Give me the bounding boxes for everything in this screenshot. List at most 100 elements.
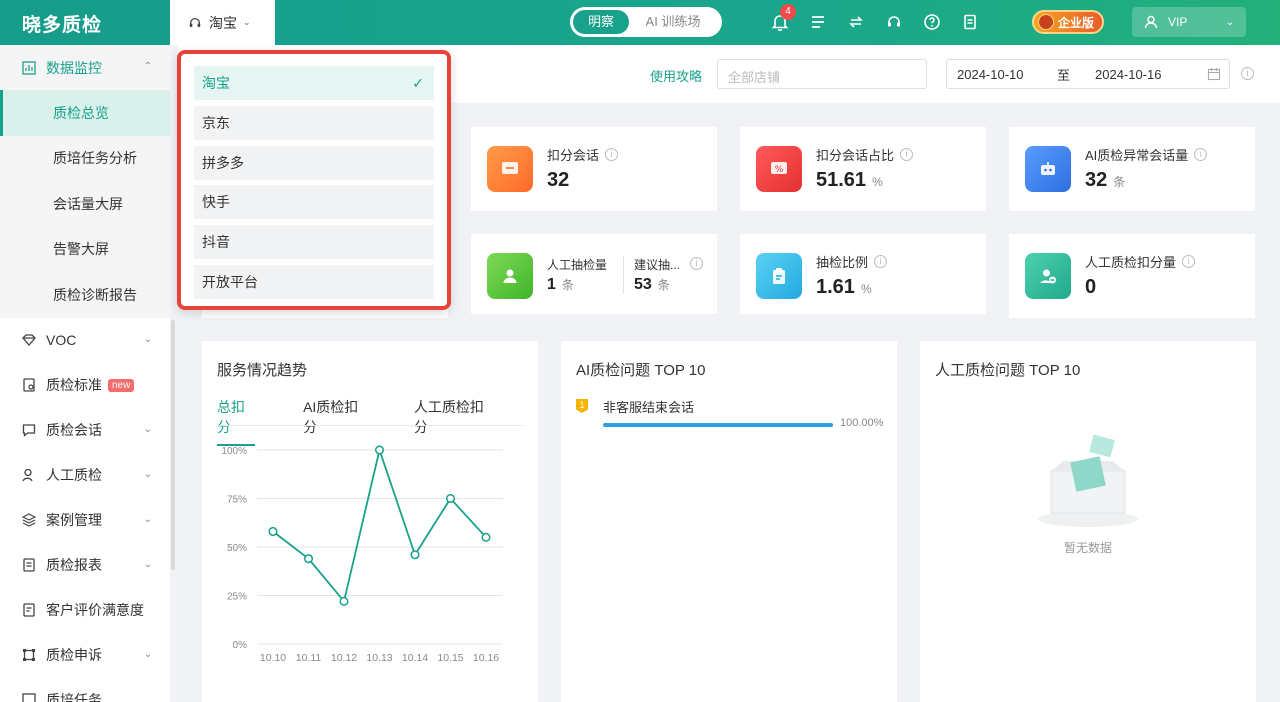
enterprise-badge[interactable]: 企业版: [1032, 10, 1104, 34]
enterprise-label: 企业版: [1058, 15, 1095, 30]
layers-icon: [22, 513, 36, 527]
sidebar-group-training-tasks[interactable]: 质培任务: [0, 678, 170, 702]
info-icon[interactable]: i: [874, 255, 888, 268]
y-tick-label: 100%: [221, 446, 247, 457]
date-range-picker[interactable]: 2024-10-10 至 2024-10-16: [946, 59, 1230, 89]
data-point[interactable]: [268, 526, 278, 537]
dropdown-option-open-platform[interactable]: 开放平台: [194, 264, 434, 299]
kpi-label: 建议抽...: [634, 258, 681, 272]
vip-label: VIP: [1168, 15, 1188, 29]
sidebar-scrollbar[interactable]: [171, 320, 175, 570]
sidebar-group-reports[interactable]: 质检报表 ⌄: [0, 543, 170, 588]
sidebar-item-diagnosis-report[interactable]: 质检诊断报告: [0, 272, 170, 318]
mode-mingcha[interactable]: 明察: [573, 10, 629, 34]
data-point[interactable]: [339, 596, 349, 606]
y-tick-label: 75%: [227, 495, 247, 506]
data-point[interactable]: [445, 493, 456, 504]
top-bar: 晓多质检 淘宝 ⌄ 明察 AI 训练场 4 企业版 VIP ⌄: [0, 0, 1280, 45]
shop-select[interactable]: 全部店铺: [717, 59, 927, 89]
menu-list-icon[interactable]: [808, 12, 828, 32]
sidebar-group-voc[interactable]: VOC ⌄: [0, 318, 170, 363]
info-icon[interactable]: i: [1194, 148, 1208, 161]
sidebar-group-label: 数据监控: [46, 59, 102, 76]
progress-bar: [603, 423, 833, 427]
dropdown-option-taobao[interactable]: 淘宝 ✓: [194, 66, 434, 100]
robot-icon: [1025, 146, 1071, 192]
x-tick-label: 10.10: [260, 652, 286, 664]
chat-icon: [22, 423, 36, 437]
date-start[interactable]: 2024-10-10: [957, 67, 1057, 82]
sidebar-item-overview[interactable]: 质检总览: [0, 90, 170, 136]
kpi-label: 扣分会话 i: [547, 145, 619, 164]
kpi-label: 人工抽检量: [547, 258, 608, 272]
issue-percent: 100.00%: [840, 417, 884, 429]
x-tick-label: 10.11: [296, 652, 322, 664]
sidebar-group-satisfaction[interactable]: 客户评价满意度: [0, 588, 170, 633]
enterprise-icon: [1038, 14, 1054, 30]
data-point[interactable]: [481, 532, 491, 542]
x-tick-label: 10.15: [437, 652, 463, 664]
usage-guide-link[interactable]: 使用攻略: [650, 66, 702, 85]
sidebar-group-sessions[interactable]: 质检会话 ⌄: [0, 408, 170, 453]
data-point[interactable]: [410, 550, 420, 560]
info-icon[interactable]: i: [900, 148, 914, 161]
user-menu[interactable]: VIP ⌄: [1132, 7, 1246, 37]
kpi-value: 1.61%: [816, 276, 872, 298]
x-tick-label: 10.12: [331, 652, 357, 664]
kpi-value: 1条: [547, 276, 574, 293]
date-end[interactable]: 2024-10-16: [1095, 67, 1205, 82]
sidebar-item-alert-screen[interactable]: 告警大屏: [0, 226, 170, 272]
chevron-down-icon: ⌄: [143, 558, 152, 570]
panel-title: 人工质检问题 TOP 10: [935, 362, 1081, 379]
clipboard-icon: [756, 253, 802, 299]
kpi-card-deduct-ratio: % 扣分会话占比 i 51.61%: [740, 127, 986, 211]
sidebar-group-monitoring[interactable]: 数据监控 ⌃: [0, 45, 170, 90]
platform-selector[interactable]: 淘宝 ⌄: [170, 0, 275, 45]
dropdown-option-douyin[interactable]: 抖音: [194, 225, 434, 260]
kpi-label: 扣分会话占比 i: [816, 145, 914, 164]
data-point[interactable]: [374, 445, 385, 455]
dropdown-option-jd[interactable]: 京东: [194, 105, 434, 140]
kpi-value: 0: [1085, 276, 1097, 298]
task-icon: [22, 693, 36, 702]
support-icon[interactable]: [884, 12, 904, 32]
manual-top10-panel: 人工质检问题 TOP 10 暂无数据: [920, 341, 1256, 702]
info-icon[interactable]: i: [605, 148, 619, 161]
sidebar-group-cases[interactable]: 案例管理 ⌄: [0, 498, 170, 543]
info-icon[interactable]: i: [1241, 67, 1254, 80]
x-tick-label: 10.13: [366, 652, 392, 664]
data-point[interactable]: [303, 554, 314, 564]
info-icon[interactable]: i: [690, 257, 703, 270]
sidebar-group-label: 质检申诉: [46, 647, 102, 663]
doc-icon: [22, 378, 36, 392]
empty-box-icon: [1038, 434, 1138, 527]
chevron-down-icon: ⌄: [143, 648, 152, 660]
dropdown-option-pinduoduo[interactable]: 拼多多: [194, 145, 434, 180]
chevron-up-icon: ⌃: [143, 61, 152, 72]
mode-switch[interactable]: 明察 AI 训练场: [570, 7, 722, 37]
sidebar-item-training-analysis[interactable]: 质培任务分析: [0, 135, 170, 181]
empty-state-text: 暂无数据: [1063, 541, 1112, 555]
sidebar-item-session-screen[interactable]: 会话量大屏: [0, 181, 170, 227]
info-icon[interactable]: i: [1182, 255, 1196, 268]
mode-ai-training[interactable]: AI 训练场: [629, 10, 717, 34]
x-tick-label: 10.14: [402, 652, 428, 664]
report-icon: [22, 558, 36, 572]
platform-label: 淘宝: [209, 14, 237, 31]
sidebar-group-label: 质检报表: [46, 557, 102, 573]
series-line: [272, 446, 487, 604]
date-separator: 至: [1057, 67, 1071, 83]
dropdown-option-kuaishou[interactable]: 快手: [194, 185, 434, 220]
brand-logo[interactable]: 晓多质检: [0, 0, 170, 45]
switch-icon[interactable]: [846, 12, 866, 32]
check-icon: ✓: [412, 75, 424, 91]
ai-top10-panel: AI质检问题 TOP 10 1 非客服结束会话 100.00%: [561, 341, 897, 702]
divider: [623, 256, 624, 294]
sidebar-group-standards[interactable]: 质检标准 new: [0, 363, 170, 408]
kpi-label: 抽检比例 i: [816, 252, 888, 271]
help-icon[interactable]: [922, 12, 942, 32]
sidebar-group-manual[interactable]: 人工质检 ⌄: [0, 453, 170, 498]
sidebar-group-appeal[interactable]: 质检申诉 ⌄: [0, 633, 170, 678]
kpi-value: 32 条: [1085, 169, 1126, 191]
document-icon[interactable]: [960, 12, 980, 32]
